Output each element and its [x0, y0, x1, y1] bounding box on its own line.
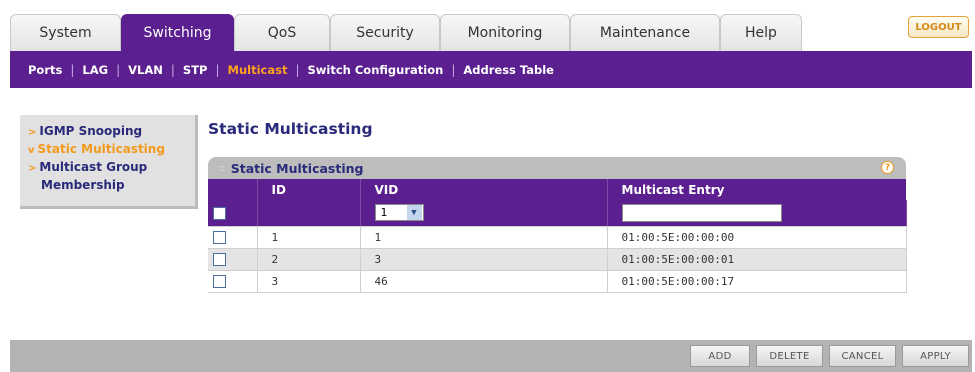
column-multicast-entry: Multicast Entry [607, 179, 906, 200]
static-multicast-panel: :: Static Multicasting ? ID VID Multicas… [208, 157, 907, 317]
table-cell: 1 ▼ [360, 200, 608, 227]
menu-item-label: IGMP Snooping [39, 124, 143, 138]
left-menu: > IGMP Snooping v Static Multicasting > Mul… [20, 115, 198, 209]
chevron-right-icon: > [28, 127, 37, 138]
tab-maintenance[interactable]: Maintenance [570, 14, 720, 51]
column-select [208, 179, 258, 200]
vid-select-value: 1 [380, 206, 388, 220]
chevron-right-icon: > [28, 163, 37, 174]
add-button[interactable]: ADD [690, 345, 750, 367]
cancel-button[interactable]: CANCEL [829, 345, 896, 367]
subnav-divider: | [451, 62, 456, 77]
chevron-down-icon[interactable]: ▼ [406, 205, 422, 221]
subnav-address-table[interactable]: Address Table [463, 63, 554, 77]
table-cell: 3 [257, 270, 361, 293]
main-tabs: System Switching QoS Security Monitoring… [10, 14, 802, 51]
subnav-stp[interactable]: STP [183, 63, 208, 77]
table-cell: 01:00:5E:00:00:00 [607, 226, 907, 249]
menu-item-membership-line[interactable]: Membership [28, 177, 195, 194]
panel-header: :: Static Multicasting ? [208, 157, 906, 179]
subnav-ports[interactable]: Ports [28, 63, 62, 77]
drag-grip-icon: :: [218, 162, 225, 174]
menu-item-static-multicasting[interactable]: v Static Multicasting [28, 141, 195, 159]
subnav-divider: | [116, 62, 121, 77]
footer-bar: ADD DELETE CANCEL APPLY [10, 340, 972, 372]
help-icon[interactable]: ? [881, 161, 894, 174]
content-area: > IGMP Snooping v Static Multicasting > Mul… [10, 88, 972, 340]
table-cell: 01:00:5E:00:00:17 [607, 270, 907, 293]
top-navigation: System Switching QoS Security Monitoring… [0, 0, 975, 51]
table-row: 1 1 01:00:5E:00:00:00 [208, 226, 907, 249]
delete-button[interactable]: DELETE [756, 345, 823, 367]
tab-system[interactable]: System [10, 14, 121, 51]
subnav-switch-configuration[interactable]: Switch Configuration [308, 63, 444, 77]
table-cell: 1 [360, 226, 608, 249]
table-cell [208, 200, 258, 227]
multicast-entry-input[interactable] [621, 203, 782, 222]
table-cell [607, 200, 907, 227]
page-title: Static Multicasting [208, 120, 373, 138]
tab-security[interactable]: Security [330, 14, 440, 51]
menu-item-label: Static Multicasting [37, 142, 165, 156]
select-all-checkbox[interactable] [213, 206, 226, 220]
tab-switching[interactable]: Switching [121, 14, 234, 51]
row-checkbox[interactable] [213, 274, 226, 288]
subnav-divider: | [70, 62, 75, 77]
subnav-divider: | [295, 62, 300, 77]
sub-navigation: Ports | LAG | VLAN | STP | Multicast | S… [10, 51, 972, 88]
menu-item-label: Multicast Group [39, 160, 148, 174]
subnav-divider: | [170, 62, 175, 77]
menu-item-igmp-snooping[interactable]: > IGMP Snooping [28, 123, 195, 141]
subnav-lag[interactable]: LAG [82, 63, 108, 77]
menu-item-multicast-group-membership[interactable]: > Multicast Group [28, 159, 195, 177]
table-row: 3 46 01:00:5E:00:00:17 [208, 270, 907, 293]
panel-title: Static Multicasting [230, 160, 364, 176]
logout-button[interactable]: LOGOUT [908, 16, 969, 38]
table-row: 2 3 01:00:5E:00:00:01 [208, 248, 907, 271]
subnav-multicast[interactable]: Multicast [228, 63, 288, 77]
subnav-divider: | [215, 62, 220, 77]
table-cell [257, 200, 361, 227]
table-cell [208, 226, 258, 249]
row-checkbox[interactable] [213, 230, 226, 244]
table-cell: 3 [360, 248, 608, 271]
menu-item-label: Membership [41, 178, 125, 192]
row-checkbox[interactable] [213, 252, 226, 266]
table-cell [208, 270, 258, 293]
apply-button[interactable]: APPLY [902, 345, 969, 367]
chevron-down-icon: v [28, 145, 35, 156]
tab-help[interactable]: Help [720, 14, 802, 51]
add-entry-row: 1 ▼ [208, 200, 907, 227]
subnav-vlan[interactable]: VLAN [128, 63, 163, 77]
table-cell: 2 [257, 248, 361, 271]
table-header-row: ID VID Multicast Entry [208, 179, 906, 200]
column-vid: VID [360, 179, 608, 200]
table-cell: 01:00:5E:00:00:01 [607, 248, 907, 271]
table-cell: 1 [257, 226, 361, 249]
tab-monitoring[interactable]: Monitoring [440, 14, 570, 51]
column-id: ID [257, 179, 361, 200]
table-cell [208, 248, 258, 271]
table-cell: 46 [360, 270, 608, 293]
vid-select[interactable]: 1 ▼ [374, 204, 424, 222]
multicast-table: ID VID Multicast Entry 1 ▼ 1 1 01:00:5E:… [208, 179, 907, 293]
tab-qos[interactable]: QoS [234, 14, 330, 51]
